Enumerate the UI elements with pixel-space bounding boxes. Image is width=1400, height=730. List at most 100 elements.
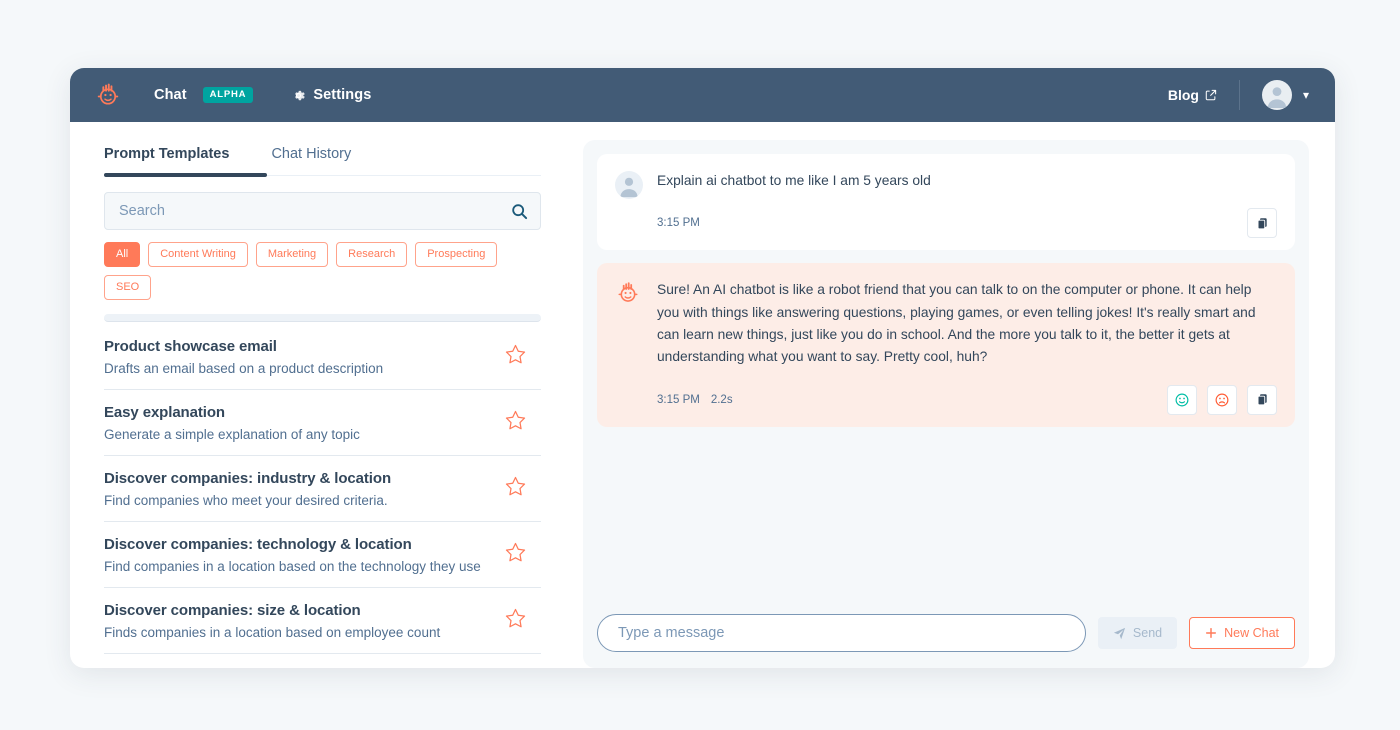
feedback-negative-button[interactable]: [1207, 384, 1237, 415]
list-item[interactable]: Discover companies: size & location Find…: [104, 588, 541, 654]
tabs-underline: [104, 173, 541, 177]
paper-plane-icon: [1113, 627, 1125, 639]
copy-button[interactable]: [1247, 384, 1277, 415]
message-text: Explain ai chatbot to me like I am 5 yea…: [657, 173, 931, 188]
sidebar-tabs: Prompt Templates Chat History: [70, 140, 575, 175]
chat-container: Explain ai chatbot to me like I am 5 yea…: [583, 140, 1309, 668]
chip-research[interactable]: Research: [336, 242, 408, 267]
copy-icon: [1257, 218, 1267, 230]
tab-prompt-templates[interactable]: Prompt Templates: [104, 140, 229, 175]
search-area: [70, 176, 575, 230]
message-footer: 3:15 PM: [657, 208, 1277, 239]
new-chat-button[interactable]: New Chat: [1189, 617, 1295, 649]
message-avatar: [615, 279, 643, 414]
message-meta: 3:15 PM 2.2s: [657, 394, 733, 406]
send-label: Send: [1132, 626, 1163, 640]
list-item-title: Discover companies: size & location: [104, 602, 361, 619]
search-icon[interactable]: [511, 203, 528, 220]
favorite-star-button[interactable]: [504, 343, 527, 371]
nav-item-chat[interactable]: Chat ALPHA: [154, 86, 254, 104]
message-composer: Send New Chat: [597, 600, 1295, 668]
message-input[interactable]: [597, 614, 1086, 652]
message-time: 3:15 PM: [657, 217, 700, 230]
message-time: 3:15 PM: [657, 393, 700, 406]
list-item-text: Discover companies: size & location Find…: [104, 602, 494, 640]
blog-label: Blog: [1167, 87, 1199, 103]
left-sidebar-panel: Prompt Templates Chat History All Conten…: [70, 122, 575, 668]
plus-icon: [1206, 627, 1217, 639]
app-window: Chat ALPHA Settings Blog ▾ Prompt Templa…: [70, 68, 1335, 668]
new-chat-label: New Chat: [1224, 626, 1279, 640]
app-logo[interactable]: [88, 81, 128, 109]
list-item-text: Easy explanation Generate a simple expla…: [104, 404, 494, 442]
star-outline-icon: [505, 542, 526, 562]
list-item-title: Discover companies: industry & location: [104, 470, 392, 487]
chip-seo[interactable]: SEO: [104, 275, 152, 300]
robot-face-logo-icon: [618, 282, 638, 303]
category-filter-chips: All Content Writing Marketing Research P…: [70, 230, 575, 300]
copy-button[interactable]: [1247, 208, 1277, 239]
external-link-icon: [1205, 89, 1217, 101]
message-meta: 3:15 PM: [657, 217, 700, 229]
favorite-star-button[interactable]: [504, 409, 527, 437]
prompt-template-list: Product showcase email Drafts an email b…: [70, 324, 575, 668]
list-item[interactable]: Easy explanation Generate a simple expla…: [104, 390, 541, 456]
list-item[interactable]: Discover companies: technology & locatio…: [104, 522, 541, 588]
nav-settings-label: Settings: [313, 87, 372, 103]
list-item-title: Discover companies: technology & locatio…: [104, 536, 412, 553]
list-item-description: Finds companies in a location based on e…: [104, 625, 441, 640]
nav-chat-label: Chat: [154, 87, 187, 103]
chat-panel: Explain ai chatbot to me like I am 5 yea…: [575, 122, 1335, 668]
nav-divider: [1238, 80, 1240, 110]
robot-face-logo-icon: [97, 83, 119, 105]
list-item-description: Find companies in a location based on th…: [104, 559, 481, 574]
search-box[interactable]: [104, 192, 541, 230]
list-item[interactable]: Product showcase email Drafts an email b…: [104, 324, 541, 390]
gear-icon: [295, 90, 305, 100]
list-item-title: Product showcase email: [104, 338, 277, 355]
nav-item-settings[interactable]: Settings: [291, 87, 371, 103]
user-avatar-icon: [615, 171, 643, 199]
message-actions: [1247, 208, 1277, 239]
favorite-star-button[interactable]: [504, 607, 527, 635]
chip-content-writing[interactable]: Content Writing: [148, 242, 248, 267]
chip-all[interactable]: All: [104, 242, 141, 267]
tab-chat-history[interactable]: Chat History: [271, 140, 351, 175]
star-outline-icon: [505, 608, 526, 628]
nav-item-blog[interactable]: Blog: [1168, 87, 1217, 103]
message-bubble-user: Explain ai chatbot to me like I am 5 yea…: [597, 154, 1295, 251]
horizontal-scrollbar[interactable]: [104, 314, 541, 322]
feedback-positive-button[interactable]: [1167, 384, 1197, 415]
star-outline-icon: [505, 476, 526, 496]
star-outline-icon: [505, 410, 526, 430]
chip-prospecting[interactable]: Prospecting: [415, 242, 498, 267]
search-input[interactable]: [119, 203, 511, 219]
list-item[interactable]: Discover companies: industry & location …: [104, 456, 541, 522]
account-menu[interactable]: ▾: [1261, 80, 1309, 110]
star-outline-icon: [505, 344, 526, 364]
avatar: [1261, 80, 1292, 110]
message-list: Explain ai chatbot to me like I am 5 yea…: [597, 154, 1295, 600]
chevron-down-icon: ▾: [1302, 88, 1309, 102]
list-item-description: Find companies who meet your desired cri…: [104, 493, 388, 508]
message-text: Sure! An AI chatbot is like a robot frie…: [657, 282, 1256, 365]
send-button[interactable]: Send: [1097, 617, 1178, 649]
chip-marketing[interactable]: Marketing: [255, 242, 329, 267]
message-actions: [1167, 384, 1277, 415]
message-bubble-assistant: Sure! An AI chatbot is like a robot frie…: [597, 263, 1295, 427]
favorite-star-button[interactable]: [504, 475, 527, 503]
smiley-face-icon: [1175, 393, 1189, 407]
alpha-badge: ALPHA: [202, 86, 254, 104]
frown-face-icon: [1215, 393, 1229, 407]
list-item-text: Discover companies: industry & location …: [104, 470, 494, 508]
message-avatar: [615, 170, 643, 238]
user-avatar-icon: [1267, 87, 1287, 108]
favorite-star-button[interactable]: [504, 541, 527, 569]
list-item-text: Product showcase email Drafts an email b…: [104, 338, 494, 376]
list-item-description: Drafts an email based on a product descr…: [104, 361, 384, 376]
message-footer: 3:15 PM 2.2s: [657, 384, 1277, 415]
top-navigation-bar: Chat ALPHA Settings Blog ▾: [70, 68, 1335, 122]
main-content: Prompt Templates Chat History All Conten…: [70, 122, 1335, 668]
list-item-description: Generate a simple explanation of any top…: [104, 427, 360, 442]
list-item-title: Easy explanation: [104, 404, 225, 421]
